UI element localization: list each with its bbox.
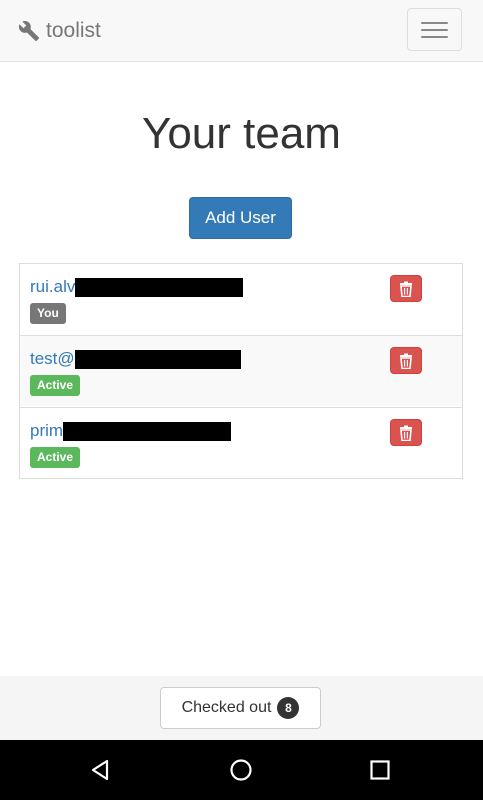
delete-user-button[interactable] <box>390 347 422 374</box>
recents-button[interactable] <box>367 757 393 783</box>
table-row: prim Active <box>20 407 462 478</box>
hamburger-menu-icon <box>421 36 448 38</box>
delete-user-button[interactable] <box>390 275 422 302</box>
hamburger-menu-icon <box>421 22 448 24</box>
user-email-link[interactable]: test@ <box>30 348 241 370</box>
redaction-bar <box>75 277 244 297</box>
checked-out-count-badge: 8 <box>277 697 300 719</box>
system-navigation-bar <box>0 740 483 800</box>
trash-icon <box>400 425 412 441</box>
hamburger-menu-icon <box>421 29 448 31</box>
footer-bar: Checked out 8 <box>0 676 483 740</box>
trash-icon <box>400 281 412 297</box>
navbar: toolist <box>0 0 483 62</box>
status-badge: Active <box>30 447 81 468</box>
redaction-bar <box>74 349 241 369</box>
wrench-icon <box>18 21 40 42</box>
user-email-link[interactable]: rui.alv <box>30 276 244 298</box>
user-email-link[interactable]: prim <box>30 420 232 442</box>
status-badge: Active <box>30 375 81 396</box>
home-button[interactable] <box>228 757 254 783</box>
users-table: rui.alv You test@ Active prim Active <box>19 263 463 479</box>
table-row: test@ Active <box>20 335 462 406</box>
user-email-text: prim <box>30 421 64 440</box>
back-button[interactable] <box>87 757 113 783</box>
trash-icon <box>400 353 412 369</box>
menu-toggle-button[interactable] <box>407 8 462 51</box>
redaction-bar <box>63 421 232 441</box>
user-email-text: test@ <box>30 349 75 368</box>
brand-name: toolist <box>46 19 101 42</box>
checked-out-button[interactable]: Checked out 8 <box>160 687 321 729</box>
home-circle-icon <box>230 759 252 781</box>
recents-square-icon <box>370 760 390 780</box>
status-badge: You <box>30 303 66 324</box>
checked-out-label: Checked out <box>181 699 272 716</box>
add-user-button[interactable]: Add User <box>189 197 292 239</box>
back-triangle-icon <box>91 759 109 781</box>
user-email-text: rui.alv <box>30 277 76 296</box>
table-row: rui.alv You <box>20 264 462 335</box>
brand-link[interactable]: toolist <box>18 17 101 45</box>
page-title: Your team <box>142 109 341 158</box>
delete-user-button[interactable] <box>390 419 422 446</box>
